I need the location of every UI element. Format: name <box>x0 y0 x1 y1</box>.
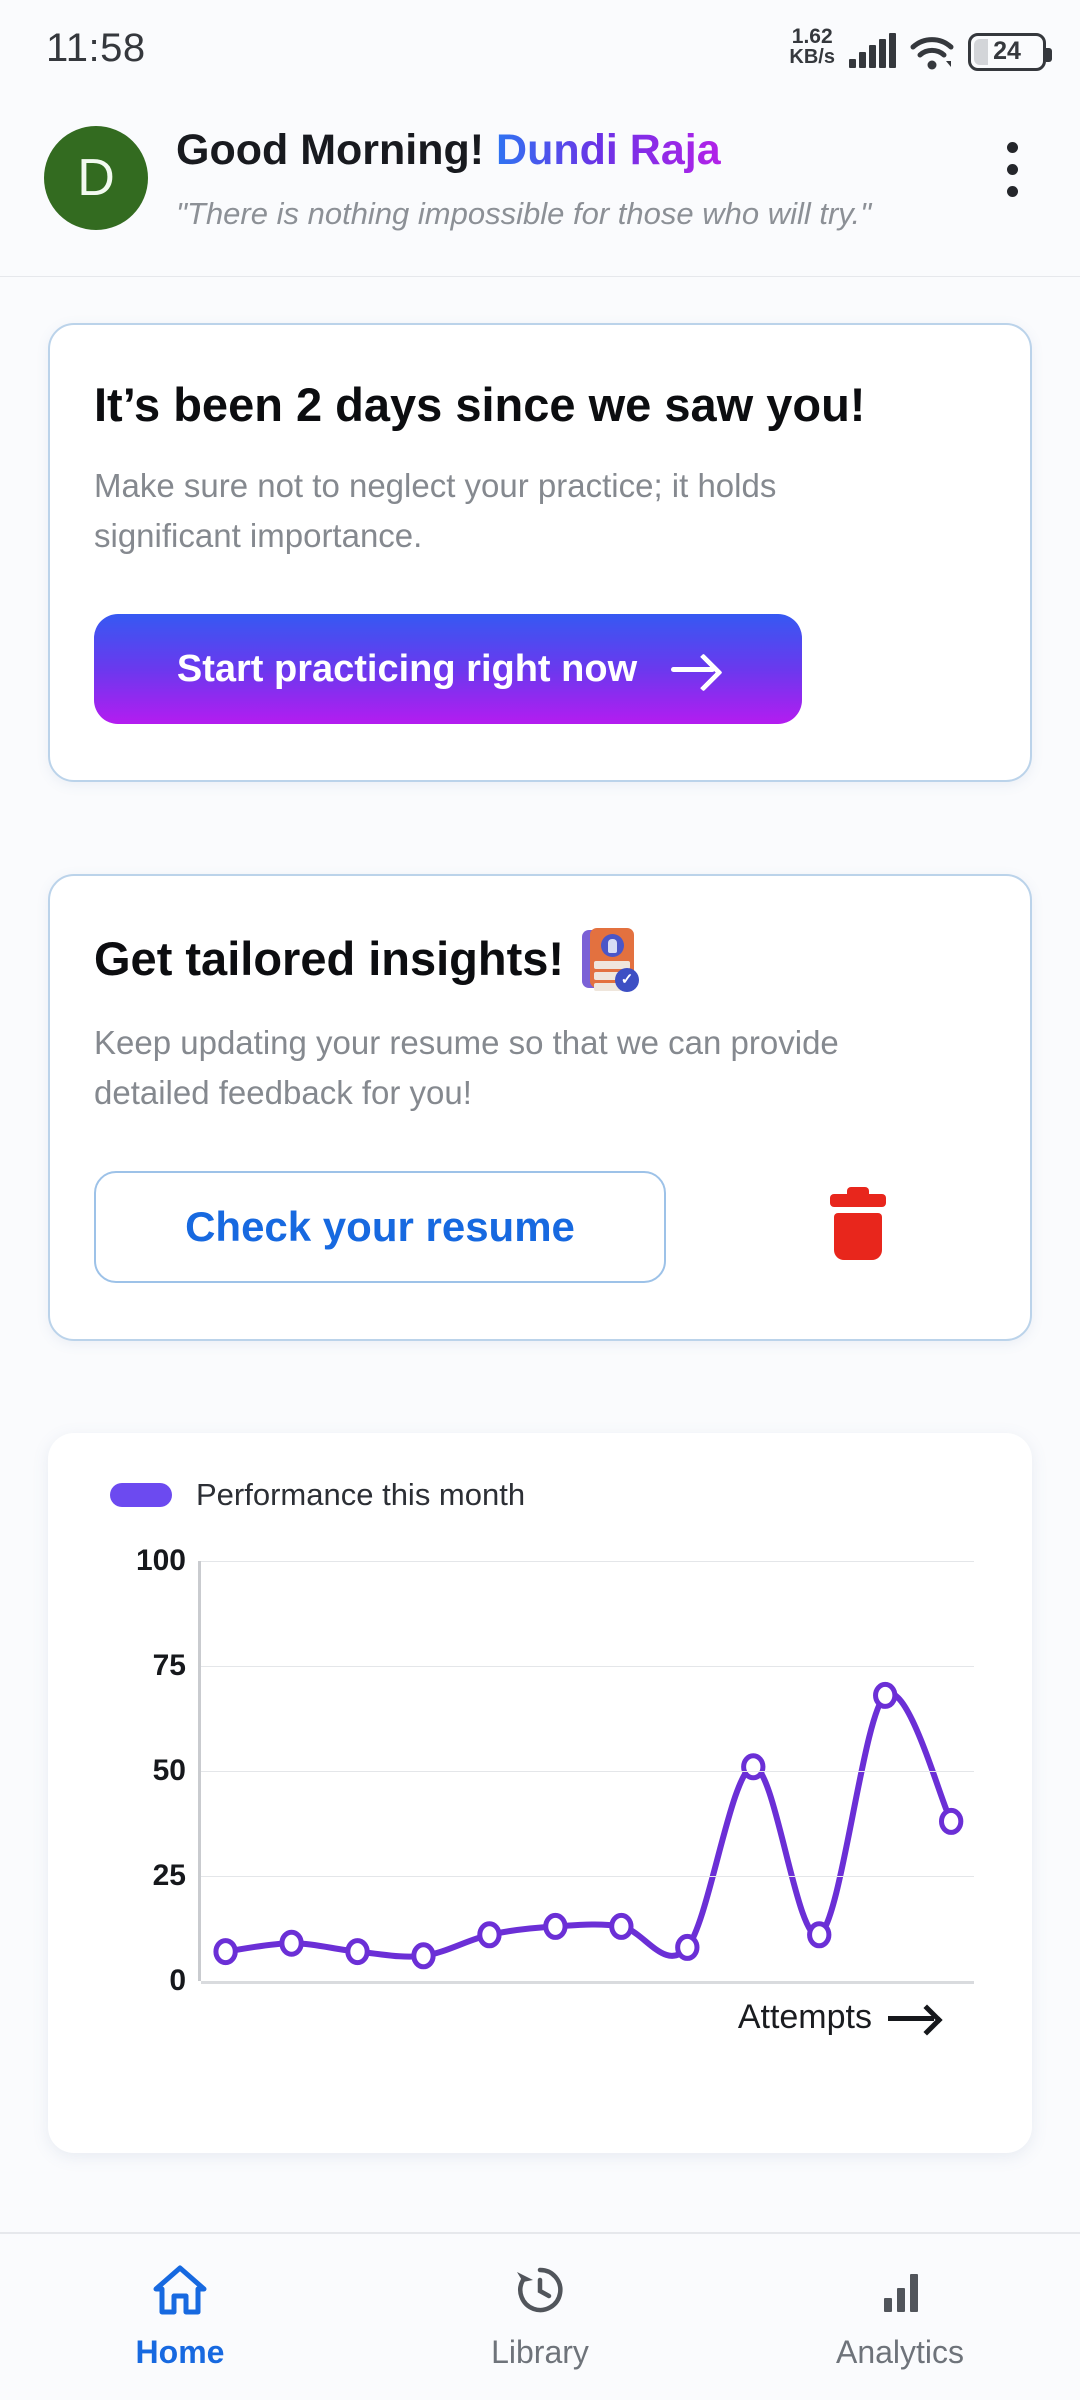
bar-chart-icon <box>872 2264 928 2316</box>
resume-card-actions: Check your resume <box>94 1171 986 1284</box>
legend-swatch-icon <box>110 1483 172 1508</box>
arrow-right-icon <box>671 654 719 684</box>
resume-insights-card: Get tailored insights! ✓ Keep updating y… <box>48 874 1032 1342</box>
resume-card-title-row: Get tailored insights! ✓ <box>94 928 986 993</box>
y-tick-label: 75 <box>152 1649 186 1683</box>
header-text-block: Good Morning! Dundi Raja "There is nothi… <box>176 120 956 236</box>
chart-data-point[interactable] <box>480 1924 499 1946</box>
nav-label-library: Library <box>491 2333 589 2370</box>
practice-reminder-card: It’s been 2 days since we saw you! Make … <box>48 322 1032 783</box>
network-speed-unit: KB/s <box>789 45 835 68</box>
nav-label-analytics: Analytics <box>835 2333 965 2370</box>
chart-y-axis: 0 25 50 75 100 <box>88 1544 186 1997</box>
status-bar-indicators: 1.62 KB/s 24 <box>789 26 1052 71</box>
chart-data-point[interactable] <box>612 1916 631 1938</box>
resume-card-subtitle: Keep updating your resume so that we can… <box>94 1024 839 1111</box>
avatar[interactable]: D <box>44 126 148 230</box>
chart-legend: Performance this month <box>88 1477 992 1513</box>
network-speed-value: 1.62 <box>791 24 833 48</box>
history-clock-icon <box>512 2264 568 2316</box>
chart-plot-area: 0 25 50 75 100 Attempts <box>88 1544 992 2036</box>
nav-item-analytics[interactable]: Analytics <box>720 2264 1080 2371</box>
check-resume-button[interactable]: Check your resume <box>94 1171 666 1284</box>
chart-data-point[interactable] <box>216 1941 235 1963</box>
practice-card-subtitle: Make sure not to neglect your practice; … <box>94 467 777 554</box>
greeting-text: Good Morning! <box>176 126 485 174</box>
main-content: It’s been 2 days since we saw you! Make … <box>0 322 1080 2154</box>
chart-data-point[interactable] <box>282 1932 301 1954</box>
y-tick-label: 50 <box>152 1754 186 1788</box>
user-name: Dundi Raja <box>496 126 721 174</box>
battery-icon: 24 <box>968 32 1052 71</box>
nav-label-home: Home <box>135 2333 225 2370</box>
signal-bars-icon <box>849 32 896 71</box>
chart-gridline <box>201 1981 974 1985</box>
chart-legend-label: Performance this month <box>196 1477 526 1513</box>
chart-canvas[interactable] <box>198 1561 974 1985</box>
chart-data-point[interactable] <box>744 1756 763 1778</box>
wifi-icon <box>910 35 954 71</box>
chart-gridline <box>201 1771 974 1773</box>
chart-data-point[interactable] <box>810 1924 829 1946</box>
bottom-navigation-bar: Home Library Analytics <box>0 2232 1080 2400</box>
overflow-menu-icon[interactable] <box>984 120 1040 197</box>
nav-item-library[interactable]: Library <box>360 2264 720 2371</box>
practice-card-title: It’s been 2 days since we saw you! <box>94 377 866 431</box>
status-bar-clock: 11:58 <box>46 25 146 70</box>
greeting-line: Good Morning! Dundi Raja <box>176 124 956 178</box>
chart-data-point[interactable] <box>414 1945 433 1967</box>
chart-data-point[interactable] <box>678 1937 697 1959</box>
resume-card-title: Get tailored insights! <box>94 931 565 985</box>
start-practicing-button[interactable]: Start practicing right now <box>94 614 802 725</box>
chart-x-axis-text: Attempts <box>737 1998 872 2037</box>
chart-gridline <box>201 1561 974 1563</box>
chart-data-point[interactable] <box>546 1916 565 1938</box>
chart-data-point[interactable] <box>941 1811 960 1833</box>
app-header: D Good Morning! Dundi Raja "There is not… <box>0 96 1080 277</box>
chart-data-point[interactable] <box>876 1685 895 1707</box>
nav-item-home[interactable]: Home <box>0 2264 360 2371</box>
battery-level-label: 24 <box>993 37 1021 65</box>
chart-data-point[interactable] <box>348 1941 367 1963</box>
home-icon <box>152 2264 208 2316</box>
status-bar: 11:58 1.62 KB/s 24 <box>0 0 1080 96</box>
arrow-right-icon <box>888 2007 940 2029</box>
y-tick-label: 100 <box>135 1544 186 1578</box>
chart-x-axis-label: Attempts <box>738 1998 940 2037</box>
y-tick-label: 25 <box>152 1859 186 1893</box>
chart-line <box>226 1694 952 1957</box>
chart-gridline <box>201 1666 974 1668</box>
network-speed-indicator: 1.62 KB/s <box>789 26 835 71</box>
start-practicing-label: Start practicing right now <box>176 647 638 690</box>
performance-chart-card: Performance this month 0 25 50 75 100 Attemp… <box>48 1433 1032 2154</box>
y-tick-label: 0 <box>169 1964 186 1998</box>
chart-gridline <box>201 1876 974 1878</box>
trash-icon[interactable] <box>830 1187 886 1261</box>
resume-card-icon: ✓ <box>582 928 640 993</box>
motivational-quote: "There is nothing impossible for those w… <box>176 195 872 231</box>
